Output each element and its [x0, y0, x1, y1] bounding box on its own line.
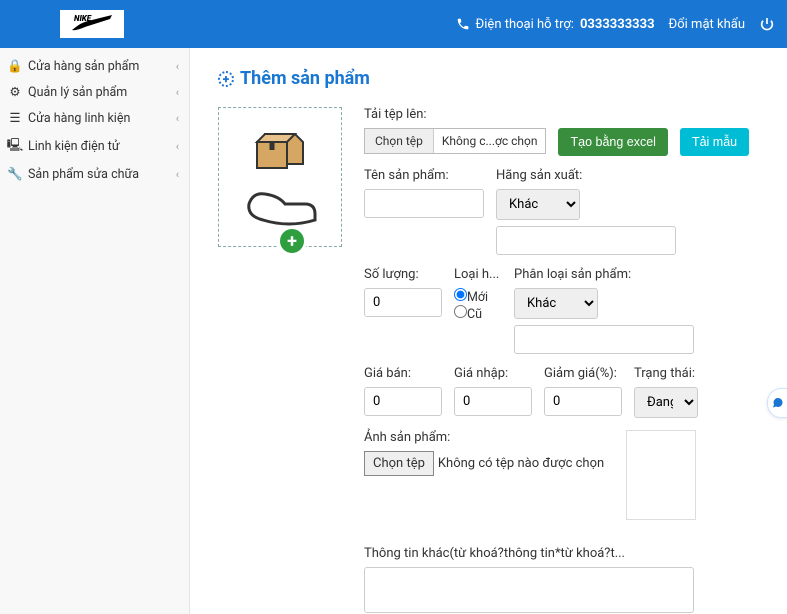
- sidebar: 🔒 Cửa hàng sản phẩm ‹ ⚙ Quản lý sản phẩm ‹…: [0, 48, 190, 614]
- image-drop-zone[interactable]: +: [218, 107, 342, 247]
- discount-input[interactable]: [544, 387, 622, 416]
- header: NIKE Điện thoại hỗ trợ: 0333333333 Đổi m…: [0, 0, 787, 48]
- sidebar-item-electronics[interactable]: 🖳 Linh kiện điện tử ‹: [0, 131, 189, 162]
- cost-label: Giá nhập:: [454, 366, 532, 381]
- lock-icon: 🔒: [8, 59, 22, 74]
- help-float-button[interactable]: [767, 388, 787, 418]
- create-excel-button[interactable]: Tạo bằng excel: [558, 128, 667, 156]
- page-title: + Thêm sản phẩm: [218, 68, 759, 89]
- sidebar-item-product-store[interactable]: 🔒 Cửa hàng sản phẩm ‹: [0, 54, 189, 79]
- status-select[interactable]: Đang bán: [634, 387, 698, 418]
- computer-icon: 🖳: [8, 136, 22, 157]
- other-info-label: Thông tin khác(từ khoá?thông tin*từ khoá…: [364, 546, 759, 561]
- goods-type-label: Loại h...: [454, 267, 502, 282]
- phone-icon: [456, 17, 470, 31]
- help-icon: [772, 397, 784, 409]
- add-icon: +: [218, 71, 234, 87]
- status-label: Trạng thái:: [634, 366, 704, 381]
- gear-icon: ⚙: [8, 84, 22, 100]
- qty-input[interactable]: [364, 288, 442, 317]
- list-icon: ☰: [8, 110, 22, 126]
- image-label: Ảnh sản phẩm:: [364, 430, 614, 445]
- price-label: Giá bán:: [364, 366, 442, 381]
- discount-label: Giảm giá(%):: [544, 366, 622, 381]
- phone-number: 0333333333: [580, 17, 655, 32]
- radio-old[interactable]: Cũ: [454, 305, 502, 322]
- sidebar-item-label: Sản phẩm sửa chữa: [28, 167, 139, 182]
- category-select[interactable]: Khác: [514, 288, 598, 319]
- support-phone: Điện thoại hỗ trợ: 0333333333: [456, 17, 655, 32]
- category-input[interactable]: [514, 325, 694, 354]
- name-label: Tên sản phẩm:: [364, 168, 484, 183]
- manufacturer-input[interactable]: [496, 226, 676, 255]
- logo: NIKE: [60, 10, 124, 38]
- file-status: Không c...ợc chọn: [434, 129, 546, 153]
- image-file-status: Không có tệp nào được chọn: [434, 456, 604, 471]
- sidebar-item-label: Quản lý sản phẩm: [28, 85, 127, 100]
- power-icon[interactable]: [759, 16, 775, 32]
- upload-label: Tải tệp lên:: [364, 107, 759, 122]
- wrench-icon: 🔧: [8, 167, 22, 182]
- chevron-left-icon: ‹: [176, 60, 179, 73]
- manufacturer-select[interactable]: Khác: [496, 189, 580, 220]
- cost-input[interactable]: [454, 387, 532, 416]
- phone-label: Điện thoại hỗ trợ:: [476, 17, 574, 32]
- change-password-link[interactable]: Đổi mật khẩu: [669, 17, 745, 32]
- sidebar-item-parts-store[interactable]: ☰ Cửa hàng linh kiện ‹: [0, 105, 189, 131]
- chevron-left-icon: ‹: [176, 140, 179, 153]
- sidebar-item-label: Linh kiện điện tử: [28, 139, 120, 154]
- product-name-input[interactable]: [364, 189, 484, 218]
- choose-image-button[interactable]: Chọn tệp: [364, 451, 434, 476]
- sidebar-item-label: Cửa hàng linh kiện: [28, 111, 130, 126]
- other-info-textarea[interactable]: [364, 567, 694, 613]
- radio-new[interactable]: Mới: [454, 288, 502, 305]
- price-input[interactable]: [364, 387, 442, 416]
- file-input[interactable]: Chọn tệp Không c...ợc chọn: [364, 128, 546, 154]
- sidebar-item-product-manage[interactable]: ⚙ Quản lý sản phẩm ‹: [0, 79, 189, 105]
- image-preview: [626, 430, 696, 520]
- chevron-left-icon: ‹: [176, 86, 179, 99]
- sidebar-item-label: Cửa hàng sản phẩm: [28, 59, 139, 74]
- sidebar-item-repair[interactable]: 🔧 Sản phẩm sửa chữa ‹: [0, 162, 189, 187]
- chevron-left-icon: ‹: [176, 112, 179, 125]
- download-template-button[interactable]: Tải mẫu: [680, 128, 749, 156]
- qty-label: Số lượng:: [364, 267, 442, 282]
- add-image-badge: +: [277, 226, 307, 256]
- category-label: Phân loại sản phẩm:: [514, 267, 694, 282]
- chevron-left-icon: ‹: [176, 168, 179, 181]
- choose-file-button[interactable]: Chọn tệp: [365, 129, 434, 153]
- manufacturer-label: Hãng sản xuất:: [496, 168, 676, 183]
- svg-text:NIKE: NIKE: [74, 14, 92, 23]
- main-content: + Thêm sản phẩm + Tải tệp lên:: [190, 48, 787, 614]
